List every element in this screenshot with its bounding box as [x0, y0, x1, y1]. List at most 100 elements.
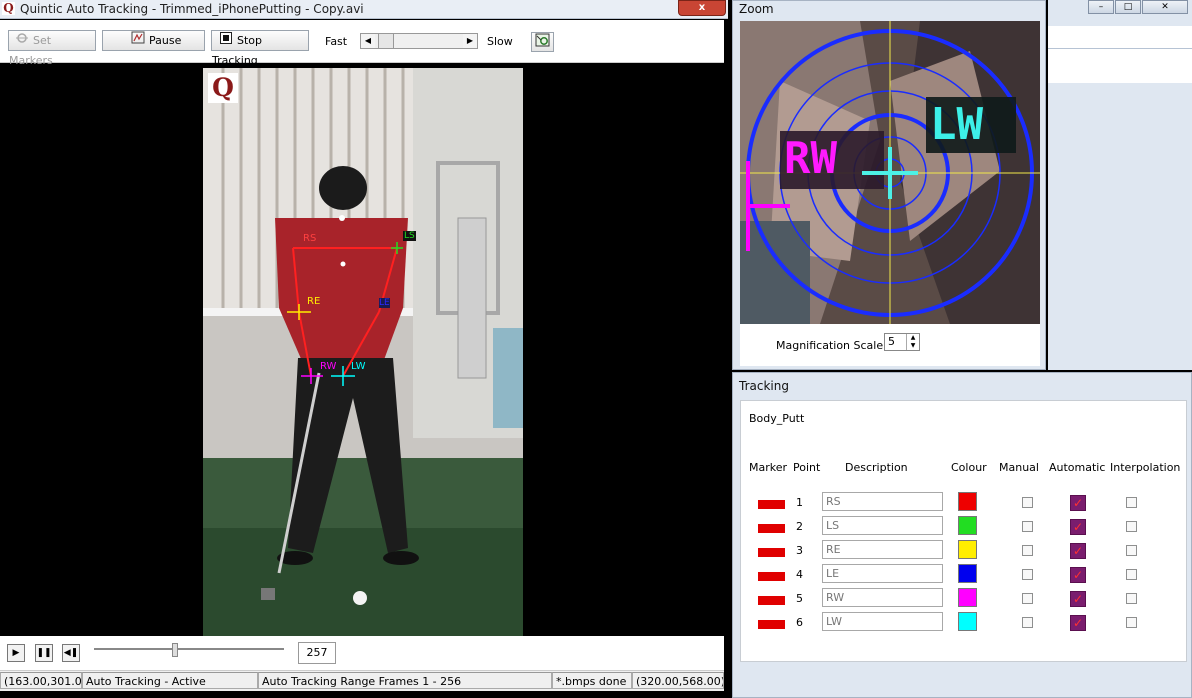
interpolation-checkbox[interactable] — [1126, 545, 1137, 556]
automatic-checkbox[interactable]: ✓ — [1070, 519, 1086, 535]
minimize-icon: – — [1098, 2, 1104, 12]
pause-icon — [131, 31, 145, 51]
frame-slider-thumb[interactable] — [171, 643, 178, 657]
interpolation-checkbox[interactable] — [1126, 497, 1137, 508]
slow-label: Slow — [487, 35, 513, 48]
description-field[interactable]: LS — [822, 516, 943, 535]
step-back-icon: ◀❚ — [63, 648, 79, 658]
marker-swatch[interactable] — [758, 596, 785, 605]
marker-swatch[interactable] — [758, 572, 785, 581]
close-button[interactable]: x — [678, 0, 726, 16]
spinner-arrows-icon[interactable]: ▲ ▼ — [906, 334, 919, 350]
play-button[interactable]: ▶ — [7, 644, 25, 662]
background-content — [1048, 48, 1192, 83]
pause-playback-button[interactable]: ❚❚ — [35, 644, 53, 662]
point-number: 3 — [796, 544, 803, 557]
manual-checkbox[interactable] — [1022, 497, 1033, 508]
description-field[interactable]: RE — [822, 540, 943, 559]
zoom-window: Zoom RW LW Magnification Scale 5 ▲ ▼ — [732, 0, 1046, 370]
magnification-value: 5 — [888, 335, 895, 348]
manual-checkbox[interactable] — [1022, 569, 1033, 580]
bg-close-button[interactable]: ✕ — [1142, 0, 1188, 14]
automatic-checkbox[interactable]: ✓ — [1070, 591, 1086, 607]
set-markers-button[interactable]: Set Markers — [8, 30, 96, 67]
playback-controls: ▶ ❚❚ ◀❚ 257 — [0, 636, 724, 670]
maximize-icon: □ — [1123, 2, 1133, 12]
video-area: Q RS LS RE LE RW LW — [0, 64, 724, 636]
settings-icon — [535, 33, 551, 55]
description-field[interactable]: LE — [822, 564, 943, 583]
marker-swatch[interactable] — [758, 548, 785, 557]
interpolation-checkbox[interactable] — [1126, 521, 1137, 532]
automatic-checkbox[interactable]: ✓ — [1070, 543, 1086, 559]
description-field[interactable]: LW — [822, 612, 943, 631]
zoom-label-lw: LW — [930, 99, 983, 150]
app-logo-icon: Q — [2, 1, 15, 15]
colour-swatch[interactable] — [958, 588, 977, 607]
manual-checkbox[interactable] — [1022, 593, 1033, 604]
minimize-button[interactable]: – — [1088, 0, 1114, 14]
colour-swatch[interactable] — [958, 564, 977, 583]
colour-swatch[interactable] — [958, 612, 977, 631]
toolbar: Set Markers Pause Stop Tracking Fast ◀ ▶… — [0, 20, 724, 67]
pause-label: Pause — [149, 34, 182, 47]
model-name: Body_Putt — [749, 412, 805, 425]
background-window: – □ ✕ — [1048, 0, 1192, 370]
colour-swatch[interactable] — [958, 540, 977, 559]
interpolation-checkbox[interactable] — [1126, 593, 1137, 604]
tracking-row: 6 LW ✓ — [741, 612, 1188, 640]
label-re: RE — [307, 296, 321, 307]
main-title-bar: Q Quintic Auto Tracking - Trimmed_iPhone… — [0, 0, 728, 19]
video-logo: Q — [212, 73, 234, 102]
zoom-window-title: Zoom — [739, 2, 774, 16]
description-field[interactable]: RW — [822, 588, 943, 607]
speed-left-arrow-icon[interactable]: ◀ — [361, 34, 375, 48]
pause-playback-icon: ❚❚ — [36, 648, 52, 658]
video-frame[interactable]: Q RS LS RE LE RW LW — [203, 68, 523, 636]
automatic-checkbox[interactable]: ✓ — [1070, 495, 1086, 511]
background-panel — [1048, 26, 1192, 48]
automatic-checkbox[interactable]: ✓ — [1070, 567, 1086, 583]
zoom-view: RW LW — [740, 21, 1040, 324]
colour-swatch[interactable] — [958, 492, 977, 511]
point-number: 2 — [796, 520, 803, 533]
markers-icon — [15, 31, 29, 51]
header-automatic: Automatic — [1049, 461, 1106, 474]
zoom-label-rw: RW — [784, 133, 837, 184]
frame-slider[interactable] — [94, 648, 284, 650]
manual-checkbox[interactable] — [1022, 521, 1033, 532]
header-description: Description — [845, 461, 908, 474]
interpolation-checkbox[interactable] — [1126, 569, 1137, 580]
speed-slider-thumb[interactable] — [378, 34, 394, 48]
speed-right-arrow-icon[interactable]: ▶ — [463, 34, 477, 48]
step-back-button[interactable]: ◀❚ — [62, 644, 80, 662]
speed-slider[interactable]: ◀ ▶ — [360, 33, 478, 49]
marker-swatch[interactable] — [758, 524, 785, 533]
marker-swatch[interactable] — [758, 500, 785, 509]
status-coords-left: (163.00,301.00) — [0, 672, 82, 689]
colour-swatch[interactable] — [958, 516, 977, 535]
magnification-spinner[interactable]: 5 ▲ ▼ — [884, 333, 920, 351]
header-manual: Manual — [999, 461, 1039, 474]
tracking-panel: Body_Putt Marker Point Description Colou… — [740, 400, 1187, 662]
automatic-checkbox[interactable]: ✓ — [1070, 615, 1086, 631]
interpolation-checkbox[interactable] — [1126, 617, 1137, 628]
status-mode: Auto Tracking - Active — [82, 672, 258, 689]
maximize-button[interactable]: □ — [1115, 0, 1141, 14]
manual-checkbox[interactable] — [1022, 617, 1033, 628]
settings-button[interactable] — [531, 32, 554, 52]
header-colour: Colour — [951, 461, 987, 474]
pause-button[interactable]: Pause — [102, 30, 205, 51]
label-rw: RW — [320, 361, 337, 372]
label-rs: RS — [303, 233, 317, 244]
frame-number[interactable]: 257 — [298, 642, 336, 664]
fast-label: Fast — [325, 35, 348, 48]
description-field[interactable]: RS — [822, 492, 943, 511]
marker-swatch[interactable] — [758, 620, 785, 629]
label-le: LE — [379, 298, 390, 308]
stop-tracking-button[interactable]: Stop Tracking — [211, 30, 309, 67]
point-number: 5 — [796, 592, 803, 605]
tracking-window: Tracking Body_Putt Marker Point Descript… — [732, 372, 1192, 698]
header-point: Point — [793, 461, 821, 474]
manual-checkbox[interactable] — [1022, 545, 1033, 556]
